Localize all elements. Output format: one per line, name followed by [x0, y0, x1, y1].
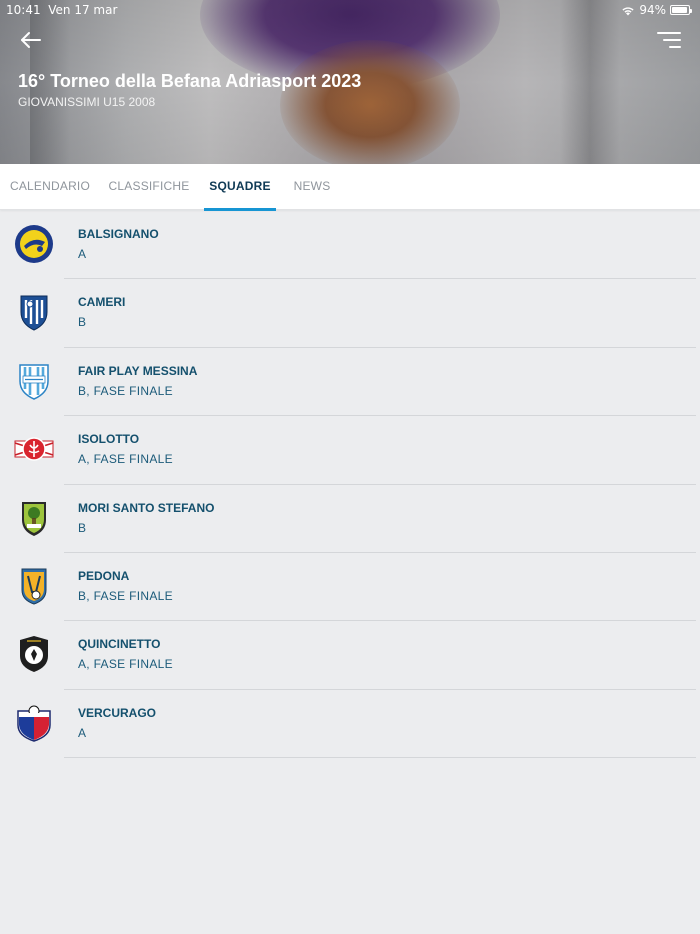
- team-group: B, FASE FINALE: [78, 383, 173, 398]
- team-name: QUINCINETTO: [78, 637, 161, 652]
- team-row[interactable]: ISOLOTTO A, FASE FINALE: [0, 416, 700, 485]
- status-bar: 10:41 Ven 17 mar 94%: [0, 2, 700, 18]
- tab-bar: CALENDARIO CLASSIFICHE SQUADRE NEWS: [0, 164, 700, 211]
- tab-classifiche[interactable]: CLASSIFICHE: [104, 164, 194, 210]
- team-name: BALSIGNANO: [78, 227, 159, 241]
- fair-play-messina-logo: [14, 361, 54, 401]
- divider: [64, 757, 696, 759]
- pedona-logo: [14, 566, 54, 606]
- team-group: A, FASE FINALE: [78, 452, 173, 467]
- team-group: A: [78, 247, 87, 261]
- team-group: A: [78, 725, 87, 740]
- cameri-logo: [14, 292, 54, 332]
- team-name: VERCURAGO: [78, 705, 157, 720]
- team-name: MORI SANTO STEFANO: [78, 500, 215, 515]
- tab-news[interactable]: NEWS: [286, 164, 338, 210]
- team-row[interactable]: FAIR PLAY MESSINA B, FASE FINALE: [0, 348, 700, 417]
- team-group: A, FASE FINALE: [78, 657, 173, 672]
- battery-icon: [670, 5, 692, 15]
- status-time: 10:41: [6, 3, 41, 17]
- team-row[interactable]: QUINCINETTO A, FASE FINALE: [0, 621, 700, 690]
- status-date: Ven 17 mar: [48, 3, 118, 17]
- team-list: BALSIGNANO A CAMERI B FAIR PLAY MESSINA …: [0, 211, 700, 759]
- team-name: PEDONA: [78, 568, 130, 583]
- team-name: FAIR PLAY MESSINA: [78, 363, 198, 378]
- team-row[interactable]: MORI SANTO STEFANO B: [0, 485, 700, 553]
- team-row[interactable]: PEDONA B, FASE FINALE: [0, 553, 700, 622]
- page-title: 16° Torneo della Befana Adriasport 2023: [18, 71, 362, 91]
- wifi-icon: [622, 6, 634, 15]
- team-group: B: [78, 315, 87, 330]
- quincinetto-logo: [14, 634, 54, 674]
- isolotto-logo: [14, 429, 54, 469]
- menu-icon[interactable]: [656, 30, 682, 50]
- team-row[interactable]: VERCURAGO A: [0, 690, 700, 759]
- vercurago-logo: [14, 703, 54, 743]
- team-name: CAMERI: [78, 295, 126, 310]
- team-row[interactable]: BALSIGNANO A: [0, 211, 700, 280]
- tab-squadre[interactable]: SQUADRE: [204, 164, 276, 211]
- team-group: B: [78, 520, 87, 535]
- battery-percent: 94%: [639, 3, 666, 17]
- tab-calendario[interactable]: CALENDARIO: [0, 164, 100, 210]
- mori-santo-stefano-logo: [14, 498, 54, 538]
- balsignano-logo: [14, 224, 54, 264]
- team-row[interactable]: CAMERI B: [0, 279, 700, 348]
- back-arrow-icon[interactable]: [18, 28, 44, 52]
- page-subtitle: GIOVANISSIMI U15 2008: [18, 95, 156, 109]
- team-name: ISOLOTTO: [78, 432, 140, 447]
- team-group: B, FASE FINALE: [78, 588, 173, 603]
